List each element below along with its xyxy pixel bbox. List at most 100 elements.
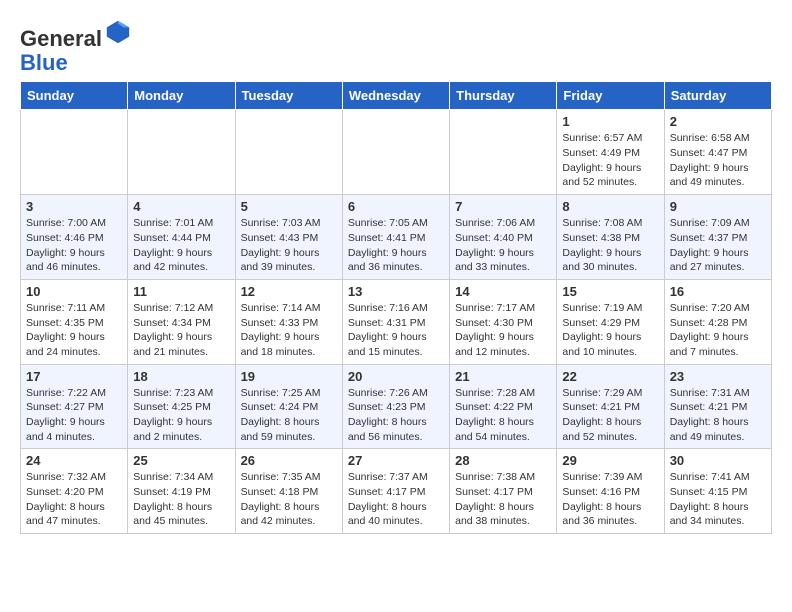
empty-cell: [235, 110, 342, 195]
calendar-day-8: 8 Sunrise: 7:08 AM Sunset: 4:38 PM Daylig…: [557, 195, 664, 280]
day-info: Sunrise: 7:01 AM Sunset: 4:44 PM Dayligh…: [133, 216, 229, 275]
calendar-day-17: 17 Sunrise: 7:22 AM Sunset: 4:27 PM Dayli…: [21, 364, 128, 449]
empty-cell: [128, 110, 235, 195]
day-number: 25: [133, 453, 229, 468]
day-number: 28: [455, 453, 551, 468]
day-info: Sunrise: 7:29 AM Sunset: 4:21 PM Dayligh…: [562, 386, 658, 445]
logo-blue: Blue: [20, 50, 68, 75]
day-number: 13: [348, 284, 444, 299]
day-number: 14: [455, 284, 551, 299]
calendar-day-7: 7 Sunrise: 7:06 AM Sunset: 4:40 PM Daylig…: [450, 195, 557, 280]
day-info: Sunrise: 6:58 AM Sunset: 4:47 PM Dayligh…: [670, 131, 766, 190]
calendar-day-20: 20Sunrise: 7:26 AM Sunset: 4:23 PM Dayli…: [342, 364, 449, 449]
calendar-day-15: 15 Sunrise: 7:19 AM Sunset: 4:29 PM Dayli…: [557, 279, 664, 364]
weekday-header-wednesday: Wednesday: [342, 82, 449, 110]
day-number: 24: [26, 453, 122, 468]
day-info: Sunrise: 7:06 AM Sunset: 4:40 PM Dayligh…: [455, 216, 551, 275]
day-info: Sunrise: 7:31 AM Sunset: 4:21 PM Dayligh…: [670, 386, 766, 445]
day-number: 27: [348, 453, 444, 468]
day-number: 5: [241, 199, 337, 214]
day-number: 11: [133, 284, 229, 299]
calendar-day-19: 19Sunrise: 7:25 AM Sunset: 4:24 PM Dayli…: [235, 364, 342, 449]
weekday-header-sunday: Sunday: [21, 82, 128, 110]
calendar-week-5: 24 Sunrise: 7:32 AM Sunset: 4:20 PM Dayli…: [21, 449, 772, 534]
day-number: 2: [670, 114, 766, 129]
day-info: Sunrise: 7:03 AM Sunset: 4:43 PM Dayligh…: [241, 216, 337, 275]
day-number: 18: [133, 369, 229, 384]
weekday-header-thursday: Thursday: [450, 82, 557, 110]
calendar-day-18: 18 Sunrise: 7:23 AM Sunset: 4:25 PM Dayli…: [128, 364, 235, 449]
day-info: Sunrise: 7:34 AM Sunset: 4:19 PM Dayligh…: [133, 470, 229, 529]
calendar-day-1: 1Sunrise: 6:57 AM Sunset: 4:49 PM Daylig…: [557, 110, 664, 195]
calendar-day-2: 2 Sunrise: 6:58 AM Sunset: 4:47 PM Daylig…: [664, 110, 771, 195]
weekday-header-tuesday: Tuesday: [235, 82, 342, 110]
day-info: Sunrise: 7:23 AM Sunset: 4:25 PM Dayligh…: [133, 386, 229, 445]
day-info: Sunrise: 7:17 AM Sunset: 4:30 PM Dayligh…: [455, 301, 551, 360]
day-number: 1: [562, 114, 658, 129]
calendar-day-30: 30 Sunrise: 7:41 AM Sunset: 4:15 PM Dayli…: [664, 449, 771, 534]
calendar-day-22: 22 Sunrise: 7:29 AM Sunset: 4:21 PM Dayli…: [557, 364, 664, 449]
weekday-header-row: SundayMondayTuesdayWednesdayThursdayFrid…: [21, 82, 772, 110]
day-number: 12: [241, 284, 337, 299]
empty-cell: [342, 110, 449, 195]
logo-general: General: [20, 26, 102, 51]
day-info: Sunrise: 7:41 AM Sunset: 4:15 PM Dayligh…: [670, 470, 766, 529]
weekday-header-friday: Friday: [557, 82, 664, 110]
day-number: 15: [562, 284, 658, 299]
logo-text: General: [20, 18, 132, 51]
day-number: 17: [26, 369, 122, 384]
calendar-day-23: 23 Sunrise: 7:31 AM Sunset: 4:21 PM Dayli…: [664, 364, 771, 449]
weekday-header-monday: Monday: [128, 82, 235, 110]
calendar-day-11: 11 Sunrise: 7:12 AM Sunset: 4:34 PM Dayli…: [128, 279, 235, 364]
calendar-day-29: 29 Sunrise: 7:39 AM Sunset: 4:16 PM Dayli…: [557, 449, 664, 534]
day-info: Sunrise: 7:14 AM Sunset: 4:33 PM Dayligh…: [241, 301, 337, 360]
calendar-day-4: 4Sunrise: 7:01 AM Sunset: 4:44 PM Daylig…: [128, 195, 235, 280]
day-number: 16: [670, 284, 766, 299]
calendar-day-9: 9Sunrise: 7:09 AM Sunset: 4:37 PM Daylig…: [664, 195, 771, 280]
day-info: Sunrise: 7:35 AM Sunset: 4:18 PM Dayligh…: [241, 470, 337, 529]
day-number: 8: [562, 199, 658, 214]
calendar-week-3: 10 Sunrise: 7:11 AM Sunset: 4:35 PM Dayli…: [21, 279, 772, 364]
calendar-day-24: 24 Sunrise: 7:32 AM Sunset: 4:20 PM Dayli…: [21, 449, 128, 534]
day-info: Sunrise: 7:12 AM Sunset: 4:34 PM Dayligh…: [133, 301, 229, 360]
page-header: General Blue: [10, 10, 782, 75]
day-number: 6: [348, 199, 444, 214]
day-info: Sunrise: 7:22 AM Sunset: 4:27 PM Dayligh…: [26, 386, 122, 445]
calendar-week-1: 1Sunrise: 6:57 AM Sunset: 4:49 PM Daylig…: [21, 110, 772, 195]
day-info: Sunrise: 7:08 AM Sunset: 4:38 PM Dayligh…: [562, 216, 658, 275]
calendar-week-4: 17 Sunrise: 7:22 AM Sunset: 4:27 PM Dayli…: [21, 364, 772, 449]
calendar-day-13: 13 Sunrise: 7:16 AM Sunset: 4:31 PM Dayli…: [342, 279, 449, 364]
day-info: Sunrise: 7:11 AM Sunset: 4:35 PM Dayligh…: [26, 301, 122, 360]
calendar-day-10: 10 Sunrise: 7:11 AM Sunset: 4:35 PM Dayli…: [21, 279, 128, 364]
day-info: Sunrise: 7:37 AM Sunset: 4:17 PM Dayligh…: [348, 470, 444, 529]
calendar-day-5: 5 Sunrise: 7:03 AM Sunset: 4:43 PM Daylig…: [235, 195, 342, 280]
day-info: Sunrise: 7:32 AM Sunset: 4:20 PM Dayligh…: [26, 470, 122, 529]
day-number: 29: [562, 453, 658, 468]
day-number: 30: [670, 453, 766, 468]
day-number: 22: [562, 369, 658, 384]
calendar-day-6: 6Sunrise: 7:05 AM Sunset: 4:41 PM Daylig…: [342, 195, 449, 280]
day-info: Sunrise: 7:38 AM Sunset: 4:17 PM Dayligh…: [455, 470, 551, 529]
day-number: 10: [26, 284, 122, 299]
calendar-day-16: 16Sunrise: 7:20 AM Sunset: 4:28 PM Dayli…: [664, 279, 771, 364]
day-number: 7: [455, 199, 551, 214]
day-number: 3: [26, 199, 122, 214]
day-number: 21: [455, 369, 551, 384]
calendar-week-2: 3Sunrise: 7:00 AM Sunset: 4:46 PM Daylig…: [21, 195, 772, 280]
day-number: 9: [670, 199, 766, 214]
day-info: Sunrise: 7:26 AM Sunset: 4:23 PM Dayligh…: [348, 386, 444, 445]
calendar-day-27: 27 Sunrise: 7:37 AM Sunset: 4:17 PM Dayli…: [342, 449, 449, 534]
day-number: 26: [241, 453, 337, 468]
day-info: Sunrise: 7:19 AM Sunset: 4:29 PM Dayligh…: [562, 301, 658, 360]
calendar-day-28: 28 Sunrise: 7:38 AM Sunset: 4:17 PM Dayli…: [450, 449, 557, 534]
day-info: Sunrise: 7:16 AM Sunset: 4:31 PM Dayligh…: [348, 301, 444, 360]
calendar-day-26: 26 Sunrise: 7:35 AM Sunset: 4:18 PM Dayli…: [235, 449, 342, 534]
calendar-day-3: 3Sunrise: 7:00 AM Sunset: 4:46 PM Daylig…: [21, 195, 128, 280]
empty-cell: [21, 110, 128, 195]
day-info: Sunrise: 7:25 AM Sunset: 4:24 PM Dayligh…: [241, 386, 337, 445]
day-info: Sunrise: 7:28 AM Sunset: 4:22 PM Dayligh…: [455, 386, 551, 445]
day-number: 23: [670, 369, 766, 384]
calendar-day-21: 21 Sunrise: 7:28 AM Sunset: 4:22 PM Dayli…: [450, 364, 557, 449]
day-info: Sunrise: 7:39 AM Sunset: 4:16 PM Dayligh…: [562, 470, 658, 529]
logo-blue-text: Blue: [20, 51, 132, 75]
